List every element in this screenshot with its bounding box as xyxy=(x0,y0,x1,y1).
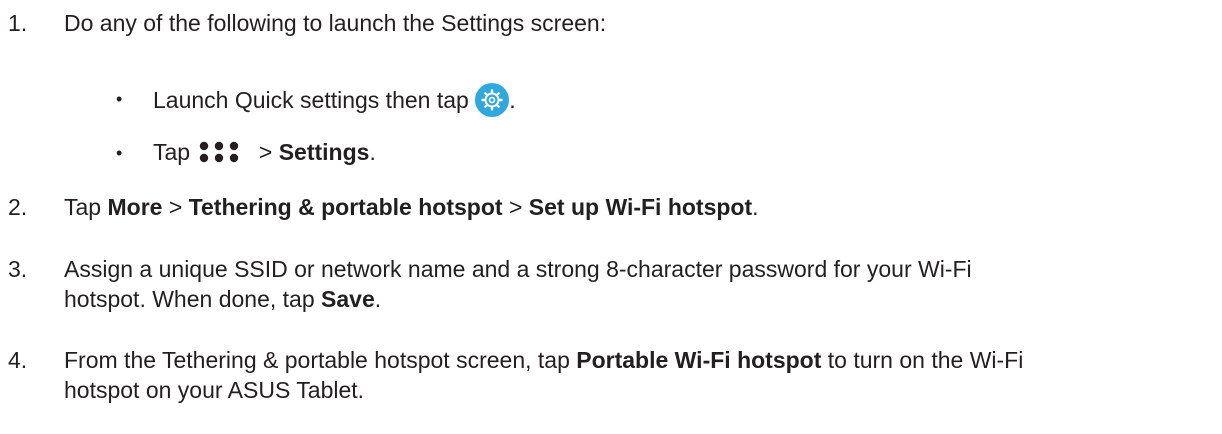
period: . xyxy=(752,194,759,220)
step-3-number: 3. xyxy=(8,256,28,282)
step-1-number: 1. xyxy=(8,10,28,36)
substep-1-text: Launch Quick settings then tap xyxy=(153,87,476,113)
substep-2: Tap > Settings. xyxy=(153,137,376,170)
step-2-number: 2. xyxy=(8,194,28,220)
all-apps-icon xyxy=(196,140,252,170)
setup-hotspot-label: Set up Wi-Fi hotspot xyxy=(528,194,753,220)
settings-label: Settings xyxy=(278,139,370,165)
separator: > xyxy=(252,139,279,165)
step-4-number: 4. xyxy=(8,347,28,373)
step-3-line-2: hotspot. When done, tap Save. xyxy=(64,284,381,314)
tethering-label: Tethering & portable hotspot xyxy=(188,194,503,220)
step-4-line-2: hotspot on your ASUS Tablet. xyxy=(64,377,365,403)
separator: > xyxy=(502,194,529,220)
substep-1-period: . xyxy=(509,87,516,113)
save-label: Save xyxy=(321,286,375,312)
period: . xyxy=(374,286,382,312)
text: to turn on the Wi-Fi xyxy=(821,347,1024,373)
separator: > xyxy=(162,194,189,220)
step-3-line-1: Assign a unique SSID or network name and… xyxy=(64,256,972,282)
substep-2-period: . xyxy=(369,139,376,165)
substep-2-text: Tap xyxy=(153,139,197,165)
text: hotspot. When done, tap xyxy=(64,286,322,312)
bullet: • xyxy=(116,89,123,109)
bullet: • xyxy=(116,143,123,163)
text: Tap xyxy=(64,194,108,220)
portable-hotspot-label: Portable Wi-Fi hotspot xyxy=(576,347,822,373)
step-1-text: Do any of the following to launch the Se… xyxy=(64,10,607,36)
step-2-text: Tap More > Tethering & portable hotspot … xyxy=(64,192,759,222)
substep-1: Launch Quick settings then tap . xyxy=(153,83,516,117)
more-label: More xyxy=(107,194,163,220)
settings-gear-icon xyxy=(475,83,510,117)
text: From the Tethering & portable hotspot sc… xyxy=(64,347,577,373)
step-4-line-1: From the Tethering & portable hotspot sc… xyxy=(64,345,1023,375)
